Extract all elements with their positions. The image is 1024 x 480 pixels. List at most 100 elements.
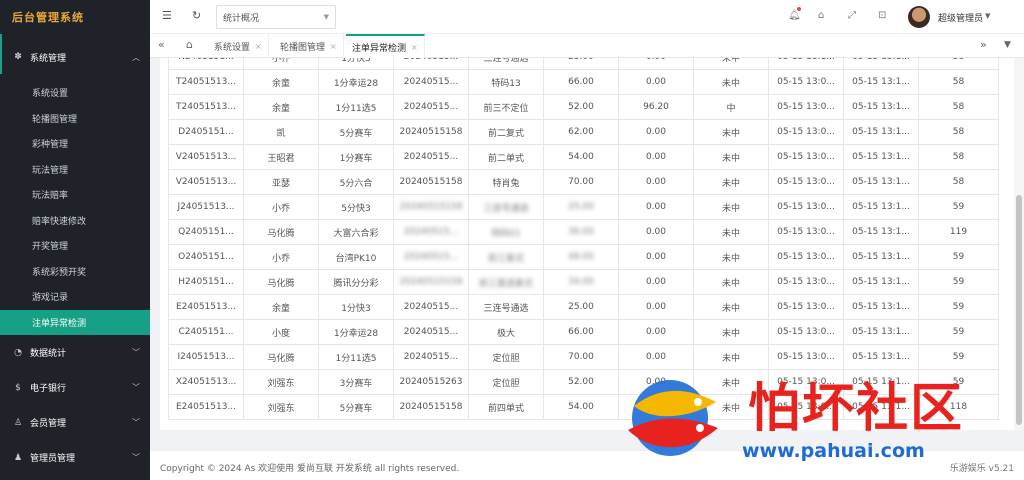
chevron-down-icon: ﹀	[132, 383, 140, 392]
sidebar-item[interactable]: 玩法管理	[0, 157, 150, 183]
table-cell: 极大	[468, 319, 544, 345]
table-cell: 未中	[693, 219, 769, 245]
table-cell: 前二单式	[468, 144, 544, 170]
user-menu-caret-icon[interactable]: ▼	[985, 12, 990, 20]
tab-bet-anomaly[interactable]: 注单异常检测 ×	[346, 34, 425, 58]
tab-label: 注单异常检测	[352, 43, 407, 54]
table-cell: 前三直选复式	[468, 269, 544, 295]
chart-icon: ◔	[14, 347, 22, 358]
table-cell: 未中	[693, 144, 769, 170]
sidebar-item[interactable]: 彩种管理	[0, 131, 150, 157]
table-cell: 刘强东	[243, 394, 319, 420]
table-cell: 05-15 13:1...	[768, 58, 844, 70]
sidebar-group-label: 数据统计	[30, 349, 67, 359]
sidebar-group[interactable]: ♙ 会员管理 ﹀	[0, 405, 150, 440]
tab-banner-management[interactable]: 轮播图管理 ×	[274, 34, 344, 58]
table-cell: 05-15 13:1...	[843, 119, 919, 145]
table-cell: 25.00	[543, 58, 619, 70]
table-cell: 05-15 13:1...	[843, 58, 919, 70]
table-cell: V24051513...	[168, 169, 244, 195]
sidebar-item[interactable]: 轮播图管理	[0, 106, 150, 132]
table-cell: 20240515158	[393, 269, 469, 295]
table-cell: 05-15 13:1...	[843, 94, 919, 120]
table-cell: 20240515158	[393, 119, 469, 145]
table-cell: 58	[918, 94, 999, 120]
sidebar-group-system[interactable]: ✽ 系统管理 ︿	[0, 34, 150, 80]
table-cell: 66.00	[543, 319, 619, 345]
table-cell: 1分11选5	[318, 344, 394, 370]
copyright-text: Copyright © 2024 As 欢迎使用 爱尚互联 开发系统 all r…	[160, 464, 460, 474]
scrollbar-thumb[interactable]	[1016, 195, 1022, 425]
bell-icon[interactable]: 🔔︎	[788, 10, 801, 21]
table-row: T24051513... 余童 1分幸运28 20240515... 特码13 66.00…	[168, 69, 999, 95]
sidebar-item[interactable]: 游戏记录	[0, 284, 150, 310]
table-cell: 前三不定位	[468, 94, 544, 120]
sidebar-item[interactable]: 系统设置	[0, 80, 150, 106]
tab-menu-icon[interactable]: ▼	[1004, 40, 1011, 50]
close-icon[interactable]: ×	[255, 42, 262, 51]
sidebar-item[interactable]: 系统彩预开奖	[0, 259, 150, 285]
table-cell: Q2405151...	[168, 219, 244, 245]
tag-icon[interactable]: ⌂	[818, 10, 824, 21]
sidebar-item[interactable]: 赔率快速修改	[0, 208, 150, 234]
table-cell: 小乔	[243, 58, 319, 70]
table-cell: X24051513...	[168, 369, 244, 395]
table-cell: 5分快3	[318, 194, 394, 220]
table-row: V24051513... 王昭君 1分赛车 20240515... 前二单式 54.00 0…	[168, 144, 999, 170]
table-cell: 0.00	[618, 169, 694, 195]
table-cell: N2405151...	[168, 58, 244, 70]
table-cell: H2405151...	[168, 269, 244, 295]
close-icon[interactable]: ×	[411, 43, 418, 52]
sidebar-group-label: 会员管理	[30, 419, 67, 429]
sidebar-item[interactable]: 玩法赔率	[0, 182, 150, 208]
table-cell: 未中	[693, 119, 769, 145]
sidebar-item[interactable]: 注单异常检测	[0, 309, 150, 335]
close-icon[interactable]: ×	[330, 42, 337, 51]
sidebar-item[interactable]: 开奖管理	[0, 233, 150, 259]
avatar[interactable]	[908, 6, 930, 28]
user-name[interactable]: 超级管理员	[938, 11, 983, 24]
table-cell: 1分赛车	[318, 144, 394, 170]
table-cell: 前二复式	[468, 119, 544, 145]
table-cell: 05-15 13:0...	[768, 269, 844, 295]
refresh-icon[interactable]: ↻	[192, 9, 201, 22]
sidebar-group[interactable]: $ 电子银行 ﹀	[0, 370, 150, 405]
fullscreen-icon[interactable]: ⤢	[848, 10, 856, 21]
table-cell: 未中	[693, 169, 769, 195]
tab-system-settings[interactable]: 系统设置 ×	[208, 34, 269, 58]
home-icon[interactable]: ⌂	[186, 38, 193, 51]
chevron-down-icon: ﹀	[132, 453, 140, 462]
overview-select[interactable]: 统计概况 ▼	[216, 5, 336, 29]
table-cell: 20240515...	[393, 319, 469, 345]
table-cell: 54.00	[543, 394, 619, 420]
table-cell: C2405151...	[168, 319, 244, 345]
table-cell: 定位胆	[468, 369, 544, 395]
table-row: Q2405151... 马化腾 大富六合彩 20240515... 特码01 36.00 0…	[168, 219, 999, 245]
sidebar-group[interactable]: ♟ 管理员管理 ﹀	[0, 440, 150, 475]
menu-collapse-icon[interactable]: ☰	[162, 9, 172, 22]
lock-icon[interactable]: ⊡	[878, 10, 886, 21]
table-cell: 0.00	[618, 194, 694, 220]
table-cell: 58	[918, 69, 999, 95]
table-row: O2405151... 小乔 台湾PK10 20240515... 前三复式 48.00 0…	[168, 244, 999, 270]
table-cell: 20240515...	[393, 244, 469, 270]
table-cell: 马化腾	[243, 269, 319, 295]
table-cell: 05-15 13:0...	[768, 69, 844, 95]
watermark-url: www.pahuai.com	[742, 440, 925, 462]
table-cell: 大富六合彩	[318, 219, 394, 245]
sidebar-group[interactable]: ◔ 数据统计 ﹀	[0, 335, 150, 370]
table-cell: 刘强东	[243, 369, 319, 395]
table-cell: T24051513...	[168, 94, 244, 120]
table-cell: 中	[693, 94, 769, 120]
table-cell: 20240515...	[393, 58, 469, 70]
tab-scroll-left-icon[interactable]: «	[158, 38, 165, 51]
table-cell: 25.00	[543, 194, 619, 220]
table-cell: 36.00	[543, 219, 619, 245]
table-cell: 05-15 13:1...	[843, 169, 919, 195]
table-row: N2405151...小乔1分快320240515...三连号通选25.000.…	[168, 58, 999, 70]
table-row: V24051513... 亚瑟 5分六合 20240515158 特肖兔 70.00 0.0…	[168, 169, 999, 195]
tab-scroll-right-icon[interactable]: »	[980, 38, 987, 51]
table-cell: 05-15 13:1...	[843, 144, 919, 170]
table-cell: 62.00	[543, 119, 619, 145]
table-cell: 凯	[243, 119, 319, 145]
